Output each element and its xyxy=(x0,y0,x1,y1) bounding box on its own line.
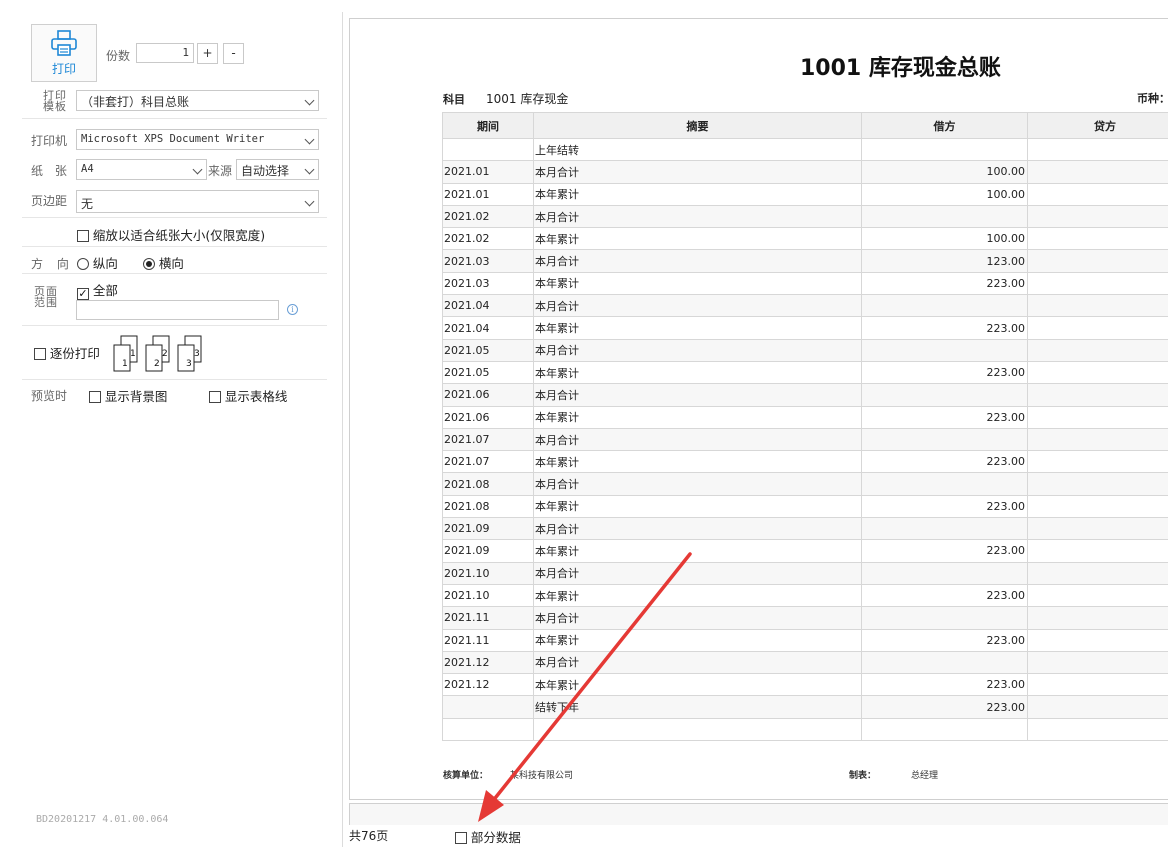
annotation-arrow-icon xyxy=(478,552,692,822)
